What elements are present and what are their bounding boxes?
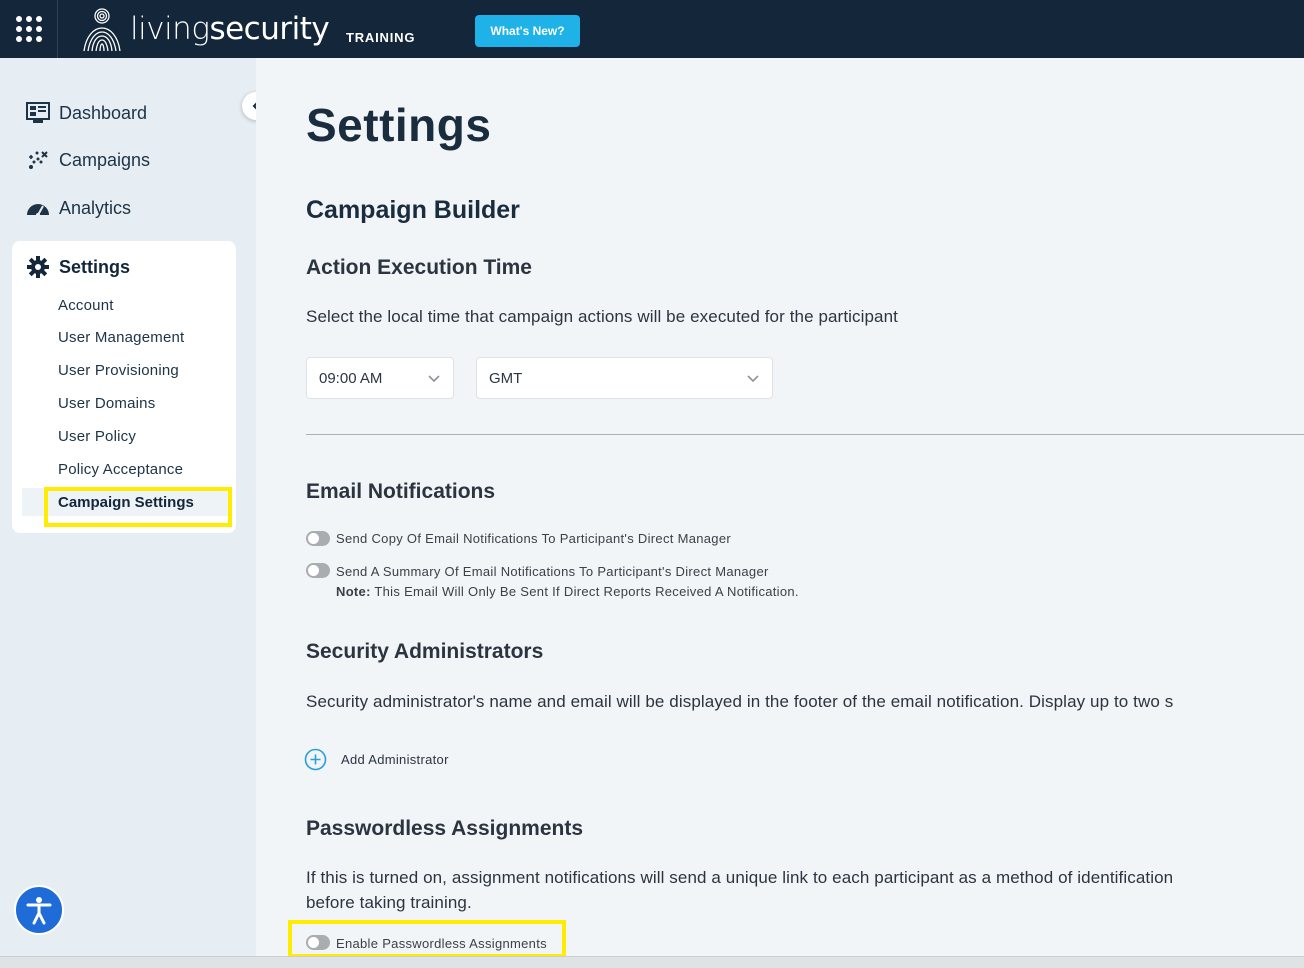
main-content: Settings Campaign Builder Action Executi… (256, 58, 1304, 968)
settings-label: Settings (59, 256, 131, 277)
dashboard-icon (26, 101, 50, 125)
passwordless-description-line2: before taking training. (306, 893, 472, 912)
time-select-value: 09:00 AM (319, 369, 383, 387)
sidebar-subitem-policy-acceptance[interactable]: Policy Acceptance (58, 461, 183, 478)
note-body: This Email Will Only Be Sent If Direct R… (370, 584, 799, 599)
sidebar-subitem-account[interactable]: Account (58, 297, 114, 314)
sidebar-item-analytics[interactable]: Analytics (26, 193, 131, 223)
heading-action-execution-time: Action Execution Time (306, 256, 532, 279)
sidebar-subitem-user-provisioning[interactable]: User Provisioning (58, 362, 179, 379)
page-title: Settings (306, 99, 492, 151)
toggle-label: Send Copy Of Email Notifications To Part… (336, 531, 731, 546)
fingerprint-person-icon (83, 8, 121, 52)
section-heading-campaign-builder: Campaign Builder (306, 196, 520, 224)
chevron-down-icon (747, 375, 759, 383)
chevron-down-icon (428, 375, 440, 383)
brand-name: livingsecurity (130, 11, 330, 47)
sidebar-item-campaigns[interactable]: Campaigns (26, 145, 150, 175)
add-administrator-label: Add Administrator (341, 752, 449, 767)
security-admins-description: Security administrator's name and email … (306, 692, 1174, 711)
heading-security-administrators: Security Administrators (306, 640, 544, 663)
brand-name-light: living (130, 11, 210, 47)
app-launcher-button[interactable] (0, 0, 58, 58)
sidebar-subitem-user-management[interactable]: User Management (58, 329, 184, 346)
grid-icon (15, 16, 42, 42)
toggle-label: Send A Summary Of Email Notifications To… (336, 564, 769, 579)
heading-email-notifications: Email Notifications (306, 480, 496, 503)
accessibility-button[interactable] (14, 885, 64, 935)
sidebar-item-dashboard[interactable]: Dashboard (26, 98, 147, 128)
toggle-send-copy-to-manager[interactable] (306, 531, 330, 546)
time-select[interactable]: 09:00 AM (306, 357, 454, 399)
highlight-box-campaign-settings (44, 487, 232, 527)
top-bar: livingsecurity TRAINING What's New? (0, 0, 1304, 58)
sidebar-item-label: Dashboard (59, 102, 148, 123)
accessibility-icon (26, 897, 52, 925)
toggle-send-summary-to-manager[interactable] (306, 563, 330, 578)
plus-circle-icon (304, 748, 327, 771)
heading-passwordless-assignments: Passwordless Assignments (306, 817, 583, 840)
bottom-strip (0, 956, 1304, 968)
highlight-box-passwordless (288, 920, 566, 958)
action-execution-description: Select the local time that campaign acti… (306, 307, 898, 326)
timezone-select-value: GMT (489, 369, 523, 387)
product-label: TRAINING (346, 30, 416, 45)
gear-icon (26, 255, 50, 279)
brand-name-bold: security (209, 11, 330, 47)
sidebar-item-settings[interactable]: Settings (26, 255, 130, 279)
sidebar-subitem-user-policy[interactable]: User Policy (58, 428, 136, 445)
section-divider (306, 434, 1304, 435)
add-administrator-button[interactable]: Add Administrator (304, 748, 449, 771)
note-label: Note: (336, 584, 371, 599)
sidebar-item-label: Analytics (59, 197, 132, 218)
analytics-icon (26, 196, 50, 220)
sidebar-item-label: Campaigns (59, 149, 151, 170)
sidebar-subitem-user-domains[interactable]: User Domains (58, 395, 155, 412)
brand-logo[interactable]: livingsecurity (80, 4, 330, 54)
note-text: Note: This Email Will Only Be Sent If Di… (336, 584, 799, 599)
timezone-select[interactable]: GMT (476, 357, 773, 399)
whats-new-button[interactable]: What's New? (475, 15, 580, 47)
campaigns-icon (26, 148, 50, 172)
passwordless-description-line1: If this is turned on, assignment notific… (306, 868, 1174, 887)
